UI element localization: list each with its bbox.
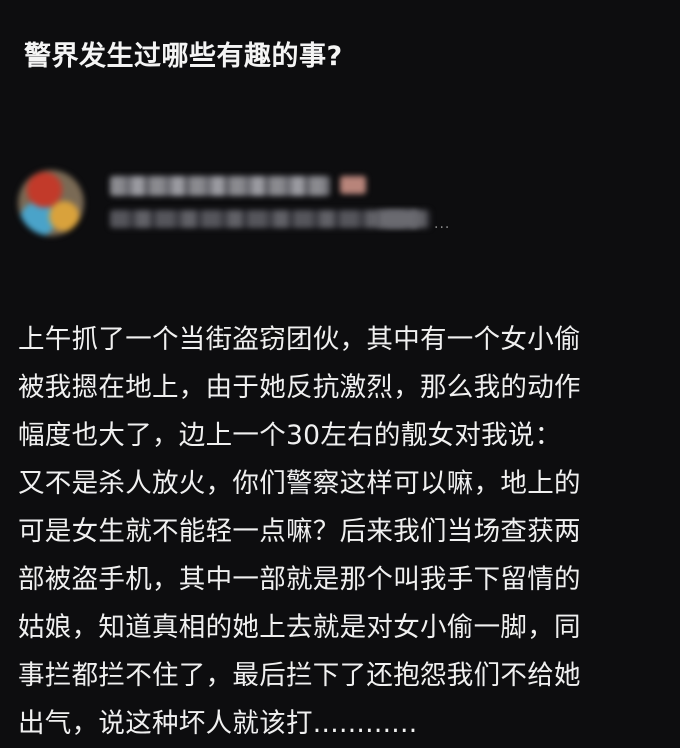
question-title[interactable]: 警界发生过哪些有趣的事? [24,34,343,73]
answer-line: 可是女生就不能轻一点嘛？后来我们当场查获两 [18,516,581,547]
answer-line: 出气，说这种坏人就该打............ [18,708,418,739]
answer-line: 上午抓了一个当街盗窃团伙，其中有一个女小偷 [18,324,581,355]
answer-line: 姑娘，知道真相的她上去就是对女小偷一脚，同 [18,612,581,643]
author-name-blurred[interactable] [110,176,330,196]
answer-body: 上午抓了一个当街盗窃团伙，其中有一个女小偷 被我摁在地上，由于她反抗激烈，那么我… [18,316,668,748]
answer-screen: 警界发生过哪些有趣的事? ... 上午抓了一个当街盗窃团伙，其中有一个女小偷 被… [0,0,680,742]
answer-line: 部被盗手机，其中一部就是那个叫我手下留情的 [18,564,581,595]
author-row[interactable]: ... [18,170,658,240]
avatar[interactable] [18,170,84,236]
answer-line: 幅度也大了，边上一个30左右的靓女对我说： [18,420,562,451]
more-icon[interactable]: ... [434,216,450,232]
answer-line: 被我摁在地上，由于她反抗激烈，那么我的动作 [18,372,581,403]
answer-line: 事拦都拦不住了，最后拦下了还抱怨我们不给她 [18,660,581,691]
author-badge-icon [340,176,366,194]
answer-line: 又不是杀人放火，你们警察这样可以嘛，地上的 [18,468,581,499]
author-description-blurred-tail [378,210,418,228]
